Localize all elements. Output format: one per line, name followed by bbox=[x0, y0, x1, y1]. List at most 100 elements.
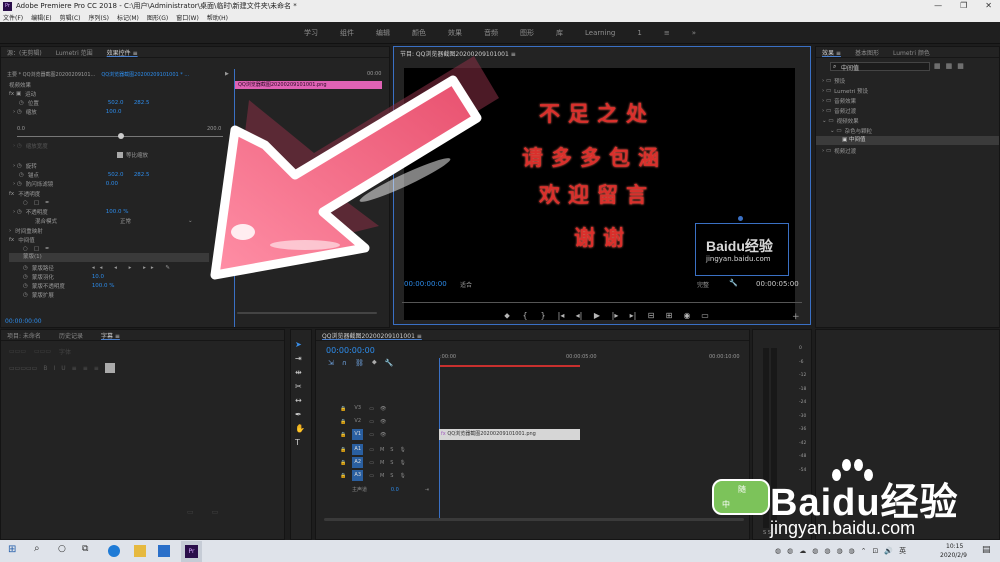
caption-frame-dropdown[interactable]: ▭▭▭ bbox=[34, 348, 51, 355]
mask-opacity-value[interactable]: 100.0 % bbox=[92, 283, 115, 289]
workspace-color[interactable]: 颜色 bbox=[412, 28, 426, 38]
32bit-icon[interactable]: ▦ bbox=[946, 62, 953, 70]
eye-icon[interactable]: 👁 bbox=[380, 432, 386, 438]
mute-button[interactable]: M bbox=[380, 473, 384, 479]
eye-icon[interactable]: 👁 bbox=[380, 419, 386, 425]
tree-video-transitions[interactable]: › ▭ 视频过渡 bbox=[822, 146, 856, 155]
align-center-icon[interactable]: ≡ bbox=[83, 365, 88, 372]
position-x-value[interactable]: 502.0 bbox=[108, 100, 134, 106]
workspace-learning[interactable]: Learning bbox=[585, 29, 615, 37]
menu-file[interactable]: 文件(F) bbox=[3, 13, 23, 22]
compare-icon[interactable]: ▭ bbox=[700, 311, 710, 321]
step-back-icon[interactable]: ◂| bbox=[574, 311, 584, 321]
stopwatch-icon[interactable]: ◷ bbox=[23, 292, 28, 298]
lift-icon[interactable]: ⊟ bbox=[646, 311, 656, 321]
menu-window[interactable]: 窗口(W) bbox=[176, 13, 199, 22]
lock-icon[interactable]: 🔒 bbox=[340, 460, 346, 466]
motion-row[interactable]: fx ▣ 运动 bbox=[9, 89, 36, 98]
pen-mask-icon[interactable]: ✒ bbox=[45, 200, 50, 206]
master-clip-label[interactable]: 主要 * QQ浏览器截图20200209101... bbox=[7, 71, 95, 78]
opacity-section[interactable]: fx 不透明度 bbox=[9, 189, 40, 198]
workspace-assembly[interactable]: 组件 bbox=[340, 28, 354, 38]
tab-captions[interactable]: 字幕 ≡ bbox=[101, 331, 120, 340]
expand-icon[interactable]: › bbox=[9, 228, 11, 234]
blend-dropdown[interactable]: 正常 bbox=[120, 217, 188, 225]
lock-icon[interactable]: 🔒 bbox=[340, 419, 346, 425]
ripple-edit-tool-icon[interactable]: ⇹ bbox=[295, 368, 305, 377]
master-track-value[interactable]: 0.0 bbox=[391, 487, 399, 493]
sync-lock-icon[interactable]: ▭ bbox=[369, 406, 374, 412]
workspace-libraries[interactable]: 库 bbox=[556, 28, 563, 38]
sync-lock-icon[interactable]: ▭ bbox=[369, 432, 374, 438]
underline-icon[interactable]: U bbox=[61, 365, 65, 372]
hand-tool-icon[interactable]: ✋ bbox=[295, 424, 305, 433]
caption-stream-dropdown[interactable]: ▭▭▭ bbox=[9, 348, 26, 355]
stopwatch-icon[interactable]: › ◷ bbox=[13, 163, 22, 169]
mute-button[interactable]: M bbox=[380, 447, 384, 453]
anti-flicker-value[interactable]: 0.00 bbox=[106, 181, 118, 187]
task-view-icon[interactable]: ⧉ bbox=[82, 544, 94, 556]
lock-icon[interactable]: 🔒 bbox=[340, 473, 346, 479]
edge-icon[interactable] bbox=[108, 545, 120, 557]
ec-scrollbar[interactable] bbox=[237, 312, 377, 314]
pen-mask-icon[interactable]: ✒ bbox=[45, 246, 50, 252]
sequence-clip-label[interactable]: QQ浏览器截图20200209101001 * ... bbox=[101, 71, 189, 78]
workspace-audio[interactable]: 音频 bbox=[484, 28, 498, 38]
median-section[interactable]: fx 中间值 bbox=[9, 235, 35, 244]
rectangle-mask-icon[interactable]: □ bbox=[34, 200, 39, 206]
track-id-v1[interactable]: V1 bbox=[352, 429, 364, 440]
stopwatch-icon[interactable]: ◷ bbox=[19, 100, 24, 106]
volume-icon[interactable]: 🔊 bbox=[884, 547, 893, 555]
anchor-y-value[interactable]: 282.5 bbox=[134, 172, 150, 178]
lock-icon[interactable]: 🔒 bbox=[340, 432, 346, 438]
sync-lock-icon[interactable]: ▭ bbox=[369, 460, 374, 466]
tab-project[interactable]: 项目: 未命名 bbox=[7, 331, 41, 340]
program-scrub-bar[interactable] bbox=[402, 302, 802, 303]
razor-tool-icon[interactable]: ✂ bbox=[295, 382, 305, 391]
stopwatch-icon[interactable]: ◷ bbox=[23, 265, 28, 271]
stopwatch-icon[interactable]: ◷ bbox=[23, 274, 28, 280]
notification-icon[interactable]: ▤ bbox=[982, 545, 991, 555]
microphone-icon[interactable]: 🎙 bbox=[399, 447, 405, 453]
pen-tool-icon[interactable]: ✒ bbox=[295, 410, 305, 419]
clock-time[interactable]: 10:15 bbox=[946, 543, 963, 550]
stopwatch-icon[interactable]: › ◷ bbox=[13, 209, 22, 215]
caption-remove-icon[interactable]: ▭ bbox=[212, 508, 219, 516]
tab-lumetri-color[interactable]: Lumetri 颜色 bbox=[893, 48, 930, 57]
ellipse-mask-icon[interactable]: ○ bbox=[23, 200, 28, 206]
timeline-clip[interactable]: fx QQ浏览器截图20200209101001.png bbox=[439, 429, 580, 440]
selection-tool-icon[interactable]: ➤ bbox=[295, 340, 305, 349]
add-marker-icon[interactable]: ⬥ bbox=[372, 358, 377, 367]
cortana-icon[interactable]: ○ bbox=[58, 544, 70, 556]
add-button-icon[interactable]: + bbox=[792, 312, 800, 322]
caption-add-icon[interactable]: ▭ bbox=[187, 508, 194, 516]
ec-timecode[interactable]: 00:00:00:00 bbox=[5, 318, 42, 325]
position-y-value[interactable]: 282.5 bbox=[134, 100, 150, 106]
minimize-button[interactable]: — bbox=[934, 1, 942, 10]
file-explorer-icon[interactable] bbox=[134, 545, 146, 557]
tab-source[interactable]: 源：(无剪辑) bbox=[7, 48, 42, 57]
play-icon[interactable]: ▶ bbox=[592, 311, 602, 321]
scale-value[interactable]: 100.0 bbox=[106, 109, 122, 115]
bold-icon[interactable]: B bbox=[43, 365, 47, 372]
mute-button[interactable]: M bbox=[380, 460, 384, 466]
clock-date[interactable]: 2020/2/9 bbox=[940, 552, 967, 559]
align-left-icon[interactable]: ≡ bbox=[72, 365, 77, 372]
tab-effect-controls[interactable]: 效果控件 ≡ bbox=[107, 48, 138, 57]
microphone-icon[interactable]: 🎙 bbox=[399, 460, 405, 466]
mask-selection-box[interactable]: Baidu经验 jingyan.baidu.com bbox=[695, 216, 789, 276]
stopwatch-icon[interactable]: ◷ bbox=[19, 172, 24, 178]
track-id-a3[interactable]: A3 bbox=[352, 470, 364, 481]
accelerated-icon[interactable]: ▦ bbox=[934, 62, 941, 70]
workspace-overflow[interactable]: » bbox=[692, 29, 696, 37]
marker-icon[interactable]: ⬥ bbox=[502, 311, 512, 321]
menu-sequence[interactable]: 序列(S) bbox=[89, 13, 110, 22]
track-id-a2[interactable]: A2 bbox=[352, 457, 364, 468]
step-forward-icon[interactable]: |▸ bbox=[610, 311, 620, 321]
caption-style-dropdown[interactable]: ▭▭▭▭▭ bbox=[9, 365, 37, 372]
track-id-a1[interactable]: A1 bbox=[352, 444, 364, 455]
workspace-effects[interactable]: 效果 bbox=[448, 28, 462, 38]
tab-sequence[interactable]: QQ浏览器截图20200209101001 ≡ bbox=[322, 331, 422, 340]
tree-lumetri-presets[interactable]: › ▭ Lumetri 预设 bbox=[822, 86, 868, 95]
effects-search-input[interactable]: ⌕ 中间值 bbox=[830, 62, 930, 72]
